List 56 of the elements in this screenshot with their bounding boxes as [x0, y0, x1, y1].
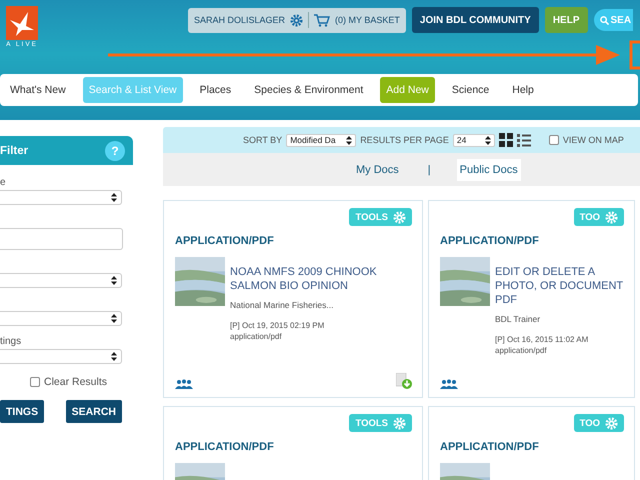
document-date: [P] Oct 19, 2015 02:19 PM	[230, 321, 326, 330]
updown-icon	[111, 352, 117, 361]
filter-action-button[interactable]: SEARCH	[66, 400, 122, 423]
filter-action-button[interactable]: TINGS	[0, 400, 44, 423]
nav-tab[interactable]: Species & Environment	[248, 77, 370, 103]
people-icon[interactable]	[175, 379, 193, 389]
cart-icon[interactable]	[314, 14, 330, 26]
nav-tab[interactable]: Help	[506, 77, 540, 103]
document-mime-type: application/pdf	[230, 332, 283, 341]
gear-icon	[393, 416, 406, 430]
updown-icon	[111, 276, 117, 285]
checkbox[interactable]	[548, 135, 559, 145]
document-title[interactable]: NOAA NMFS 2009 CHINOOK SALMON BIO OPINION	[230, 265, 395, 293]
document-author: National Marine Fisheries...	[230, 300, 334, 310]
settings-icon[interactable]	[290, 14, 304, 26]
document-type: APPLICATION/PDF	[440, 235, 540, 247]
docs-tab[interactable]: Public Docs	[456, 158, 521, 180]
basket-link[interactable]: (0) MY BASKET	[335, 15, 400, 25]
grid-view-icon[interactable]	[498, 133, 513, 147]
search-icon	[600, 16, 608, 24]
gear-icon	[605, 416, 618, 430]
document-mime-type: application/pdf	[495, 346, 548, 355]
per-page-dropdown[interactable]: 24	[452, 134, 495, 146]
document-type: APPLICATION/PDF	[440, 441, 540, 453]
sort-label: SORT BY	[243, 135, 282, 145]
document-author: BDL Trainer	[495, 314, 542, 324]
field-label: e	[0, 177, 7, 190]
field-label: tings	[0, 336, 22, 349]
nav-tab[interactable]: Science	[446, 77, 496, 103]
view-on-map-label: VIEW ON MAP	[562, 135, 624, 145]
gear-icon	[605, 210, 618, 224]
nav-tab[interactable]: What's New	[4, 77, 72, 103]
document-title[interactable]: EDIT OR DELETE A PHOTO, OR DOCUMENT PDF	[495, 265, 624, 307]
gear-icon	[393, 210, 406, 224]
nav-tab[interactable]: Places	[194, 77, 238, 103]
results-per-page-label: RESULTS PER PAGE	[360, 135, 449, 145]
download-file-icon[interactable]	[396, 373, 412, 389]
updown-icon	[484, 136, 491, 144]
people-icon[interactable]	[440, 379, 458, 389]
list-view-icon[interactable]	[516, 133, 531, 147]
text-field[interactable]	[0, 228, 123, 250]
filter-title: Filter	[0, 144, 28, 156]
sort-dropdown[interactable]: Modified Da	[286, 134, 356, 146]
document-type: APPLICATION/PDF	[175, 441, 275, 453]
clear-results-label: Clear Results	[44, 376, 108, 388]
join-community-button[interactable]: JOIN BDL COMMUNITY	[412, 7, 539, 33]
updown-icon	[346, 136, 352, 144]
document-date: [P] Oct 16, 2015 11:02 AM	[495, 335, 590, 344]
updown-icon	[111, 193, 117, 202]
updown-icon	[111, 314, 117, 323]
user-name[interactable]: SARAH DOLISLAGER	[194, 15, 286, 25]
docs-tab[interactable]: My Docs	[353, 158, 402, 180]
checkbox[interactable]	[30, 377, 40, 387]
document-type: APPLICATION/PDF	[175, 235, 275, 247]
tab-separator: |	[428, 164, 431, 176]
bird-logo-icon[interactable]	[6, 6, 38, 40]
